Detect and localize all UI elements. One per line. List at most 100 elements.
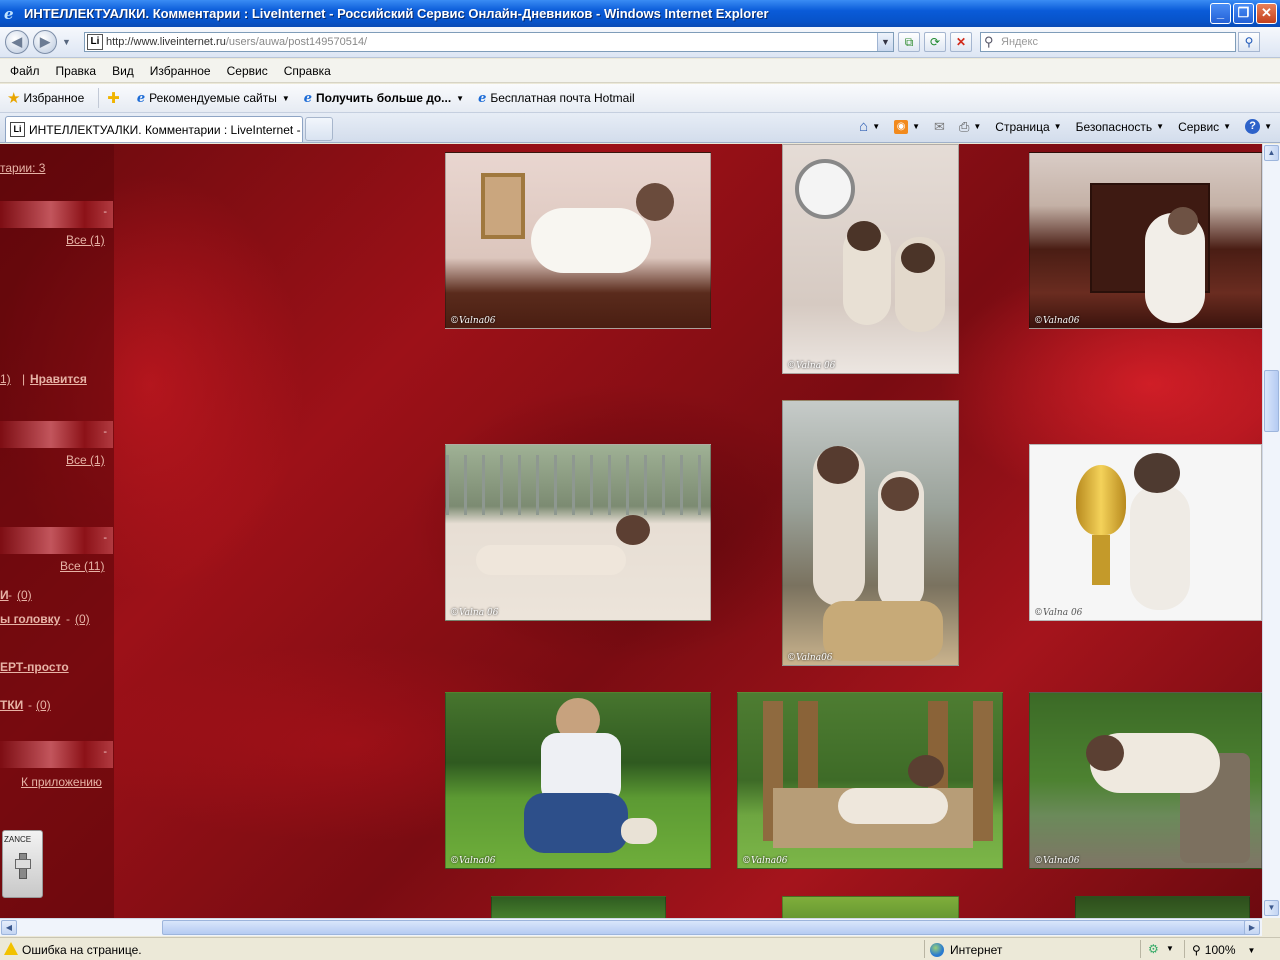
menu-view[interactable]: Вид [112, 64, 134, 78]
menu-file[interactable]: Файл [10, 64, 40, 78]
tab-active[interactable]: Li ИНТЕЛЛЕКТУАЛКИ. Комментарии : LiveInt… [5, 116, 303, 142]
list-item-link[interactable]: ТКИ [0, 698, 23, 712]
ie-logo-icon: e [4, 4, 14, 23]
page-content: тарии: 3 - Все (1) 1) | Нравится - Все (… [0, 144, 1262, 918]
comments-link[interactable]: тарии: 3 [0, 161, 45, 175]
cat-photo[interactable]: ©Valna06 [445, 692, 711, 869]
cat-photo[interactable] [782, 896, 959, 918]
favorite-get-more-addons[interactable]: e Получить больше до... ▼ [304, 91, 464, 106]
protected-mode-icon[interactable]: ⚙ [1148, 942, 1159, 956]
favorites-button[interactable]: ★ Избранное [0, 89, 84, 107]
address-url[interactable]: http://www.liveinternet.ru/users/auwa/po… [106, 36, 367, 48]
chevron-down-icon[interactable]: ▼ [1166, 944, 1174, 953]
scroll-right-icon[interactable]: ▶ [1244, 920, 1260, 935]
photo-watermark: ©Valna 06 [1034, 608, 1083, 618]
photo-watermark: ©Valna06 [742, 856, 788, 866]
favorite-suggested-sites[interactable]: e Рекомендуемые сайты ▼ [137, 91, 290, 106]
tools-menu[interactable]: Сервис ▼ [1178, 120, 1231, 134]
search-input[interactable]: ⚲ Яндекс [980, 32, 1236, 52]
add-favorite-button[interactable]: ✚ [107, 89, 123, 107]
command-bar: ⌂ ▼ ◉ ▼ ✉ ⎙ ▼ Страница ▼ Безопасность ▼ Серви… [845, 118, 1272, 135]
mail-button[interactable]: ✉ [934, 119, 945, 135]
list-item-dash: - [66, 612, 70, 626]
cat-photo[interactable]: ©Valna 06 [1029, 444, 1262, 621]
cat-photo[interactable] [1075, 896, 1250, 918]
menu-tools[interactable]: Сервис [227, 64, 268, 78]
list-item-link[interactable]: ы головку [0, 612, 60, 626]
scroll-left-icon[interactable]: ◀ [1, 920, 17, 935]
chevron-down-icon: ▼ [1223, 122, 1232, 131]
cat-body-shape [476, 545, 626, 575]
list-item-count[interactable]: (0) [75, 612, 90, 626]
cat-photo[interactable]: ©Valna06 [445, 152, 711, 329]
cat-photo[interactable] [491, 896, 666, 918]
help-menu[interactable]: ? ▼ [1245, 119, 1272, 134]
maximize-button[interactable]: ❐ [1233, 3, 1254, 24]
sidebar-header-bar: - [0, 527, 113, 554]
menu-help[interactable]: Справка [284, 64, 331, 78]
cat-body-shape [1130, 485, 1190, 610]
search-icon: ⚲ [984, 34, 994, 49]
widget-label: ZANCE [4, 835, 32, 844]
trophy-shape [1076, 465, 1126, 535]
zoom-control[interactable]: ⚲ 100% ▼ [1192, 943, 1255, 957]
printer-icon: ⎙ [958, 118, 970, 134]
all-link[interactable]: Все (11) [60, 559, 104, 573]
print-button[interactable]: ⎙ ▼ [959, 119, 981, 135]
photo-frame-shape [481, 173, 525, 239]
vertical-scrollbar[interactable]: ▲ ▼ [1262, 144, 1280, 918]
horizontal-scrollbar[interactable]: ◀ ▶ [0, 918, 1262, 936]
security-zone[interactable]: Интернет [930, 943, 1002, 957]
like-count-link[interactable]: 1) [0, 372, 11, 386]
tools-menu-label: Сервис [1178, 119, 1220, 134]
scroll-up-icon[interactable]: ▲ [1264, 145, 1279, 161]
address-bar[interactable]: Li http://www.liveinternet.ru/users/auwa… [84, 32, 894, 52]
horizontal-scroll-thumb[interactable] [162, 920, 1248, 935]
volume-widget[interactable]: ZANCE [2, 830, 43, 898]
to-app-link[interactable]: К приложению [21, 775, 102, 789]
page-menu[interactable]: Страница ▼ [995, 120, 1061, 134]
scroll-down-icon[interactable]: ▼ [1264, 900, 1279, 916]
status-text[interactable]: Ошибка на странице. [22, 943, 142, 957]
safety-menu[interactable]: Безопасность ▼ [1076, 120, 1164, 134]
menu-edit[interactable]: Правка [56, 64, 97, 78]
cat-body-shape [531, 208, 651, 273]
list-item-count[interactable]: (0) [17, 588, 32, 602]
warning-icon[interactable] [4, 942, 18, 955]
new-tab-button[interactable] [305, 117, 333, 141]
back-button[interactable]: ◀ [5, 30, 29, 54]
widget-slider-knob[interactable] [15, 859, 31, 869]
like-link[interactable]: Нравится [30, 372, 87, 386]
minimize-button[interactable]: _ [1210, 3, 1231, 24]
person-jeans-shape [524, 793, 628, 853]
address-dropdown-icon[interactable]: ▼ [877, 33, 893, 51]
menu-favorites[interactable]: Избранное [150, 64, 211, 78]
cat-photo[interactable]: ©Valna 06 [445, 444, 711, 621]
history-dropdown-icon[interactable]: ▼ [62, 37, 71, 47]
close-button[interactable]: ✕ [1256, 3, 1277, 24]
cat-head-shape [908, 755, 944, 787]
cat-photo[interactable]: ©Valna 06 [782, 144, 959, 374]
list-item-count[interactable]: (0) [36, 698, 51, 712]
home-button[interactable]: ⌂ ▼ [859, 118, 880, 135]
stop-icon[interactable]: ✕ [950, 32, 972, 52]
all-link[interactable]: Все (1) [66, 233, 105, 247]
favorite-hotmail[interactable]: e Бесплатная почта Hotmail [478, 91, 635, 106]
forward-button[interactable]: ▶ [33, 30, 57, 54]
photo-watermark: ©Valna06 [1034, 316, 1080, 326]
sidebar-header-bar: - [0, 201, 113, 228]
list-item-link[interactable]: ЕРТ-просто [0, 660, 69, 674]
sidebar-header-bar: - [0, 741, 113, 768]
refresh-icon[interactable]: ⟳ [924, 32, 946, 52]
feeds-button[interactable]: ◉ ▼ [894, 119, 920, 134]
cat-photo[interactable]: ©Valna06 [737, 692, 1003, 869]
ie-page-icon: e [136, 90, 146, 106]
search-button[interactable]: ⚲ [1238, 32, 1260, 52]
cat-head-shape [616, 515, 650, 545]
cat-photo[interactable]: ©Valna06 [1029, 152, 1262, 329]
cat-photo[interactable]: ©Valna06 [1029, 692, 1262, 869]
cat-photo[interactable]: ©Valna06 [782, 400, 959, 666]
compatibility-icon[interactable]: ⧉ [898, 32, 920, 52]
vertical-scroll-thumb[interactable] [1264, 370, 1279, 432]
all-link[interactable]: Все (1) [66, 453, 105, 467]
